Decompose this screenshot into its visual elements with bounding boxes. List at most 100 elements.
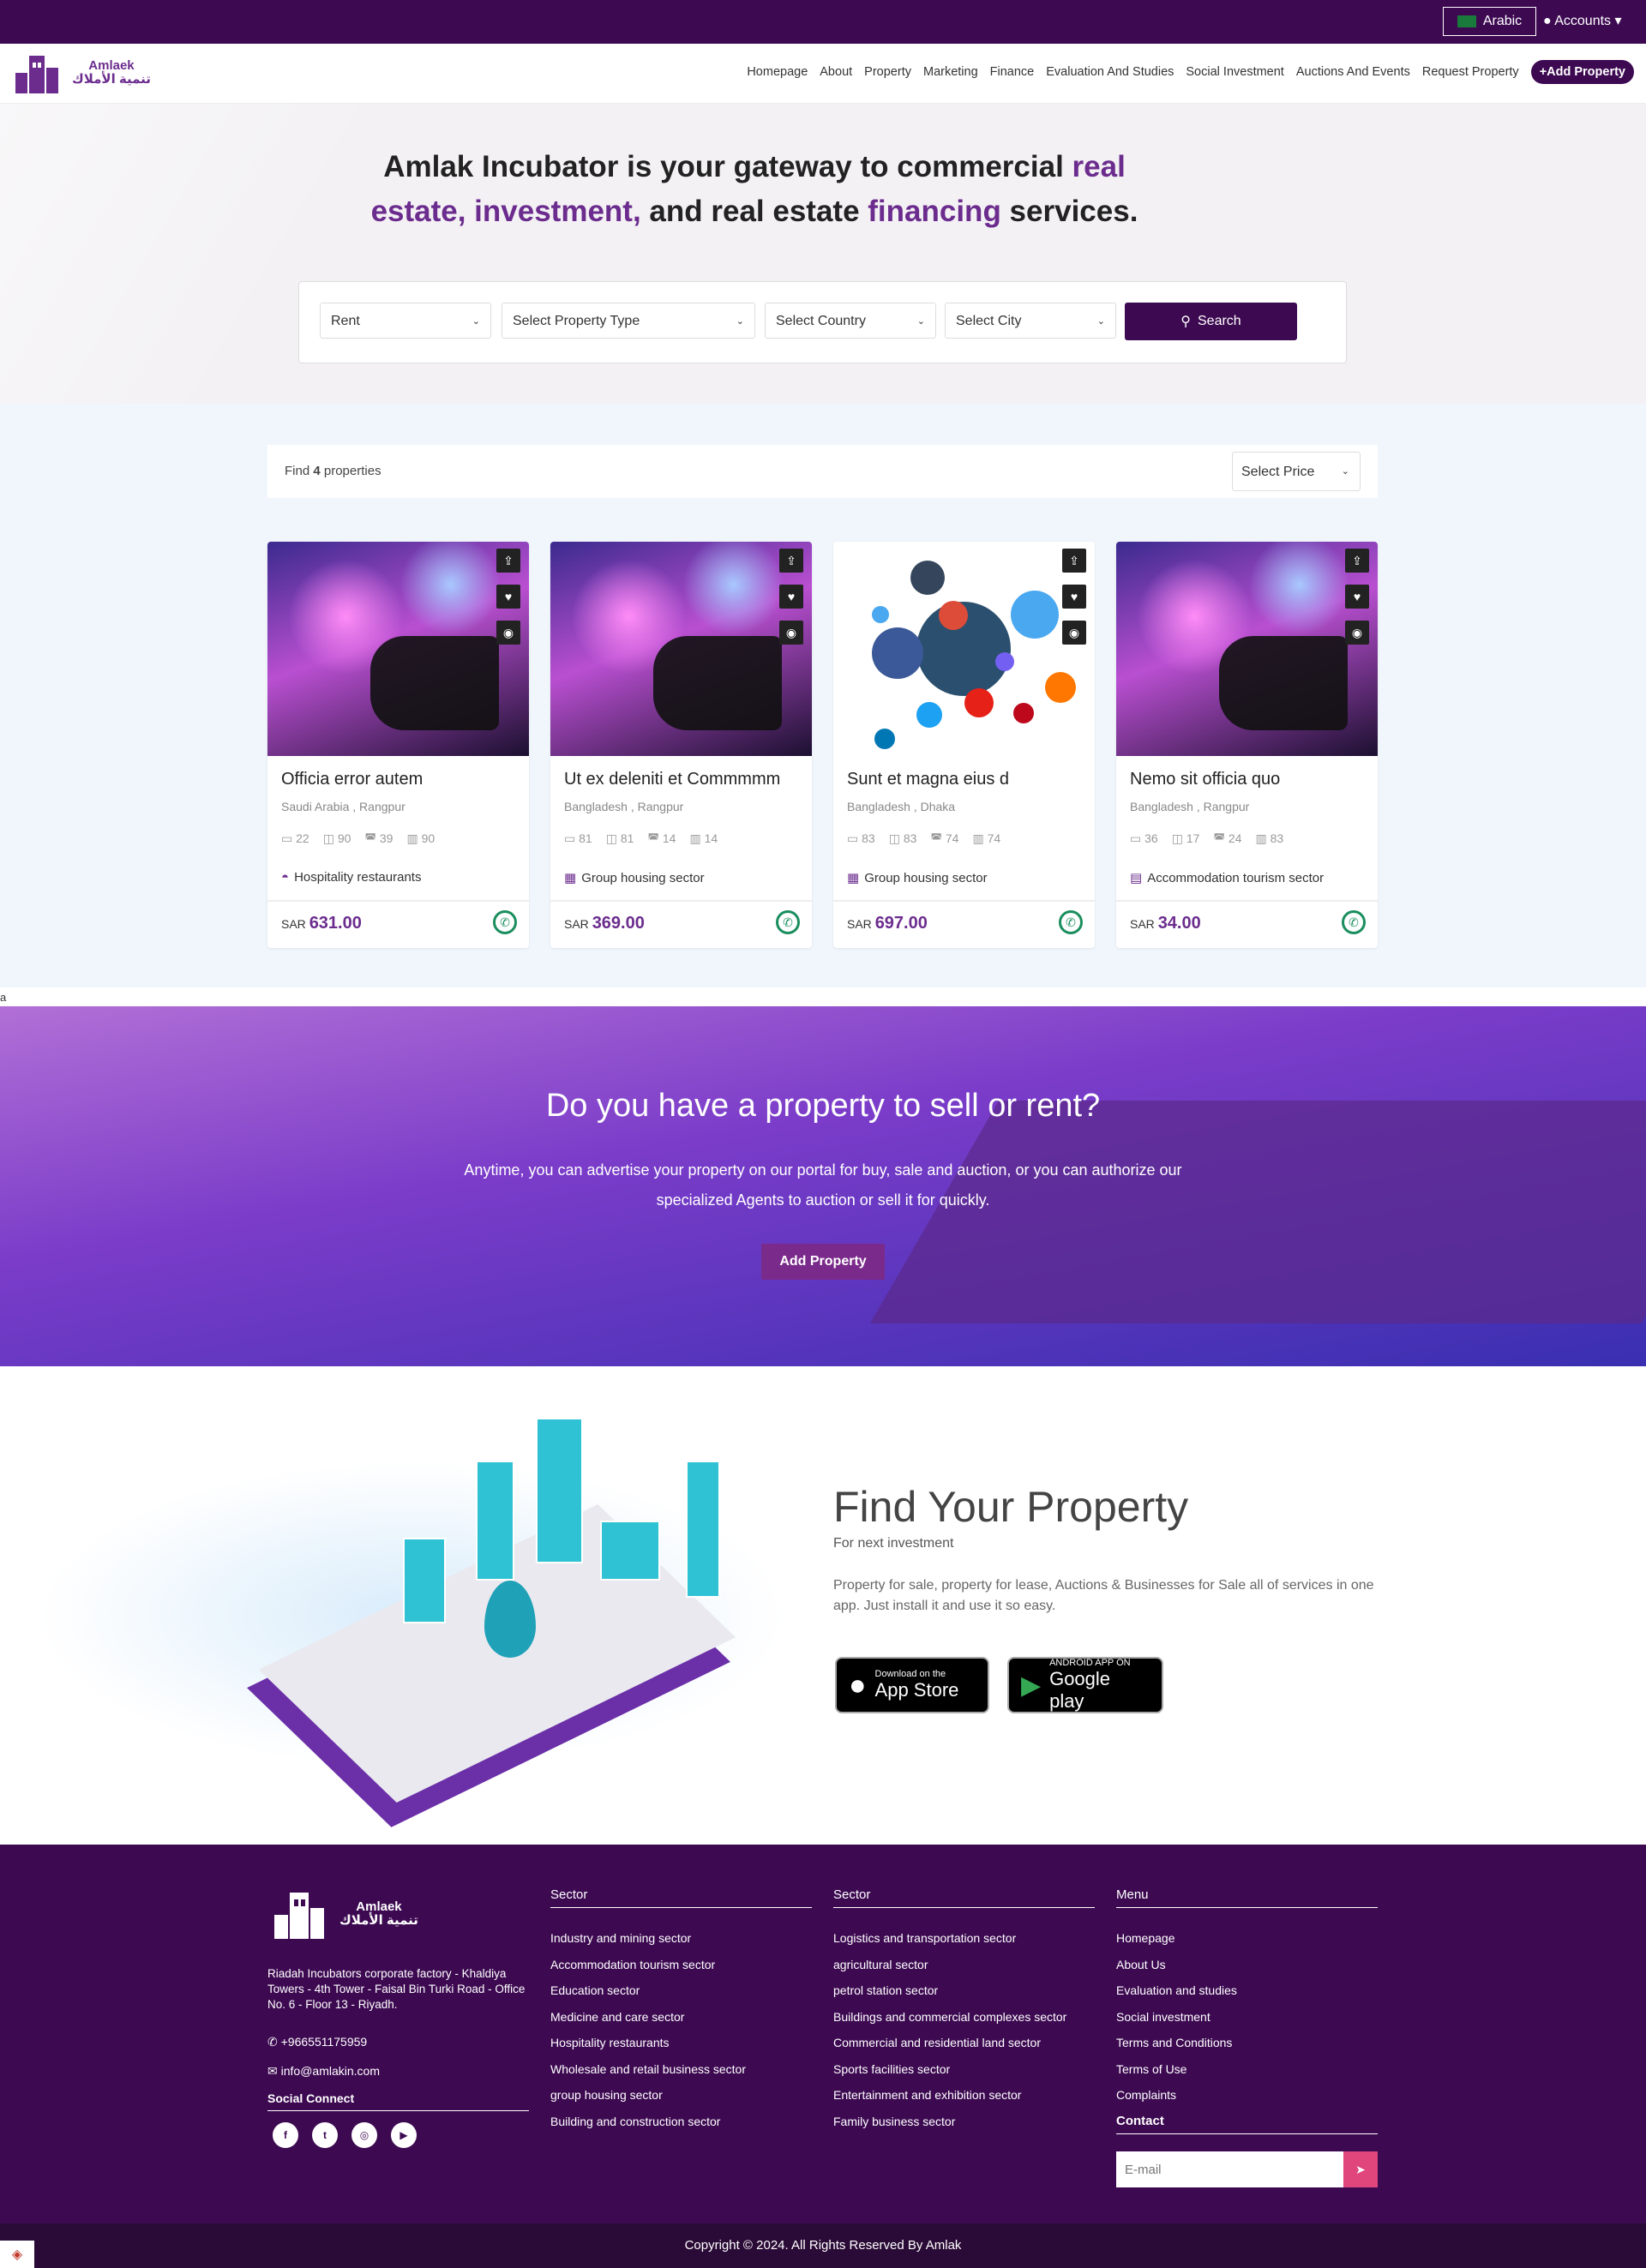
heart-icon[interactable]: ♥: [496, 585, 520, 609]
footer-link[interactable]: Industry and mining sector: [550, 1925, 812, 1952]
footer: Amlaek تنمية الأملاك Riadah Incubators c…: [0, 1845, 1646, 2223]
price-sort-select[interactable]: Select Price ⌄: [1232, 452, 1361, 491]
heart-icon[interactable]: ♥: [1062, 585, 1086, 609]
whatsapp-icon[interactable]: ✆: [1342, 910, 1366, 934]
footer-link[interactable]: Evaluation and studies: [1116, 1977, 1378, 2004]
youtube-icon[interactable]: ▶: [391, 2122, 417, 2148]
share-icon[interactable]: ⇪: [1062, 549, 1086, 573]
property-card[interactable]: ⇪ ♥ ◉ Sunt et magna eius d Bangladesh , …: [833, 542, 1095, 948]
chevron-down-icon: ⌄: [472, 316, 480, 327]
footer-email[interactable]: ✉ info@amlakin.com: [267, 2064, 380, 2079]
bed-icon: ▭ 36: [1130, 831, 1158, 845]
property-card[interactable]: ⇪ ♥ ◉ Ut ex deleniti et Commmmm Banglade…: [550, 542, 812, 948]
whatsapp-icon[interactable]: ✆: [776, 910, 800, 934]
heart-icon[interactable]: ♥: [1345, 585, 1369, 609]
property-card[interactable]: ⇪ ♥ ◉ Officia error autem Saudi Arabia ,…: [267, 542, 529, 948]
whatsapp-icon[interactable]: ✆: [493, 910, 517, 934]
footer-link[interactable]: Complaints: [1116, 2082, 1378, 2109]
footer-link[interactable]: Hospitality restaurants: [550, 2030, 812, 2056]
footer-link[interactable]: Buildings and commercial complexes secto…: [833, 2004, 1095, 2031]
heart-icon[interactable]: ♥: [779, 585, 803, 609]
share-icon[interactable]: ⇪: [779, 549, 803, 573]
footer-sector-column-2: Sector Logistics and transportation sect…: [833, 1887, 1095, 2134]
property-price: SAR 631.00: [281, 914, 362, 933]
property-stats: ▭ 22 ◫ 90 ◚ 39 ▥ 90: [281, 831, 435, 846]
nav-auctions[interactable]: Auctions And Events: [1296, 65, 1410, 79]
whatsapp-icon[interactable]: ✆: [1059, 910, 1083, 934]
footer-link[interactable]: Entertainment and exhibition sector: [833, 2082, 1095, 2109]
footer-link[interactable]: petrol station sector: [833, 1977, 1095, 2004]
nav-marketing[interactable]: Marketing: [923, 65, 978, 79]
footer-link[interactable]: group housing sector: [550, 2082, 812, 2109]
twitter-icon[interactable]: t: [312, 2122, 338, 2148]
search-form: Rent ⌄ Select Property Type ⌄ Select Count…: [298, 281, 1347, 363]
footer-logo[interactable]: Amlaek تنمية الأملاك: [273, 1887, 418, 1941]
app-store-button[interactable]: ● Download on the App Store: [835, 1657, 989, 1713]
property-stats: ▭ 36 ◫ 17 ◚ 24 ▥ 83: [1130, 831, 1283, 846]
hero-title: Amlak Incubator is your gateway to comme…: [370, 150, 1138, 228]
property-title[interactable]: Ut ex deleniti et Commmmm: [564, 770, 780, 789]
stray-text: a: [0, 991, 7, 1004]
user-icon: ●: [1543, 14, 1552, 28]
building-icon: ▥ 74: [972, 831, 1001, 845]
nav-about[interactable]: About: [820, 65, 852, 79]
property-type-select[interactable]: Select Property Type ⌄: [502, 303, 755, 339]
sofa-icon: ◚ 24: [1213, 831, 1242, 845]
eye-icon[interactable]: ◉: [1062, 621, 1086, 645]
footer-link[interactable]: Wholesale and retail business sector: [550, 2056, 812, 2083]
play-icon: ▶: [1021, 1671, 1042, 1700]
footer-link[interactable]: Accommodation tourism sector: [550, 1952, 812, 1978]
footer-link[interactable]: Education sector: [550, 1977, 812, 2004]
property-category: ◓ Hospitality restaurants: [281, 870, 422, 885]
nav-evaluation[interactable]: Evaluation And Studies: [1046, 65, 1174, 79]
eye-icon[interactable]: ◉: [779, 621, 803, 645]
footer-link[interactable]: Social investment: [1116, 2004, 1378, 2031]
country-select[interactable]: Select Country ⌄: [765, 303, 936, 339]
nav-social-investment[interactable]: Social Investment: [1186, 65, 1283, 79]
accounts-menu[interactable]: ● Accounts ▾: [1543, 12, 1622, 29]
promo-add-property-button[interactable]: Add Property: [761, 1244, 885, 1280]
footer-link[interactable]: About Us: [1116, 1952, 1378, 1978]
add-property-button[interactable]: +Add Property: [1530, 60, 1634, 84]
nav-finance[interactable]: Finance: [990, 65, 1035, 79]
brand-name-en: Amlaek: [356, 1899, 402, 1914]
footer-link[interactable]: Homepage: [1116, 1925, 1378, 1952]
search-button[interactable]: ⚲ Search: [1125, 303, 1297, 340]
footer-link[interactable]: Terms of Use: [1116, 2056, 1378, 2083]
chevron-down-icon: ⌄: [1096, 316, 1105, 327]
property-card[interactable]: ⇪ ♥ ◉ Nemo sit officia quo Bangladesh , …: [1116, 542, 1378, 948]
eye-icon[interactable]: ◉: [496, 621, 520, 645]
share-icon[interactable]: ⇪: [1345, 549, 1369, 573]
footer-address: Riadah Incubators corporate factory - Kh…: [267, 1967, 526, 2011]
google-play-button[interactable]: ▶ ANDROID APP ON Google play: [1007, 1657, 1163, 1713]
bed-icon: ▭ 83: [847, 831, 875, 845]
footer-link[interactable]: agricultural sector: [833, 1952, 1095, 1978]
nav-homepage[interactable]: Homepage: [747, 65, 808, 79]
language-button[interactable]: Arabic: [1443, 7, 1536, 36]
property-location: Saudi Arabia , Rangpur: [281, 800, 405, 813]
property-price: SAR 34.00: [1130, 914, 1201, 933]
newsletter-email-input[interactable]: [1116, 2151, 1343, 2187]
rent-select[interactable]: Rent ⌄: [320, 303, 491, 339]
instagram-icon[interactable]: ◎: [351, 2122, 377, 2148]
footer-link[interactable]: Medicine and care sector: [550, 2004, 812, 2031]
share-icon[interactable]: ⇪: [496, 549, 520, 573]
property-title[interactable]: Nemo sit officia quo: [1130, 770, 1280, 789]
footer-link[interactable]: Building and construction sector: [550, 2109, 812, 2135]
nav-request-property[interactable]: Request Property: [1422, 65, 1519, 79]
property-title[interactable]: Sunt et magna eius d: [847, 770, 1009, 789]
footer-link[interactable]: Terms and Conditions: [1116, 2030, 1378, 2056]
brand-logo[interactable]: Amlaek تنمية الأملاك: [14, 51, 151, 95]
property-title[interactable]: Officia error autem: [281, 770, 423, 789]
facebook-icon[interactable]: f: [273, 2122, 298, 2148]
chevron-down-icon: ⌄: [916, 316, 925, 327]
eye-icon[interactable]: ◉: [1345, 621, 1369, 645]
city-select[interactable]: Select City ⌄: [945, 303, 1116, 339]
footer-phone[interactable]: ✆ +966551175959: [267, 2035, 367, 2049]
footer-link[interactable]: Sports facilities sector: [833, 2056, 1095, 2083]
footer-link[interactable]: Commercial and residential land sector: [833, 2030, 1095, 2056]
send-icon[interactable]: ➤: [1343, 2151, 1378, 2187]
nav-property[interactable]: Property: [864, 65, 911, 79]
footer-link[interactable]: Family business sector: [833, 2109, 1095, 2135]
footer-link[interactable]: Logistics and transportation sector: [833, 1925, 1095, 1952]
